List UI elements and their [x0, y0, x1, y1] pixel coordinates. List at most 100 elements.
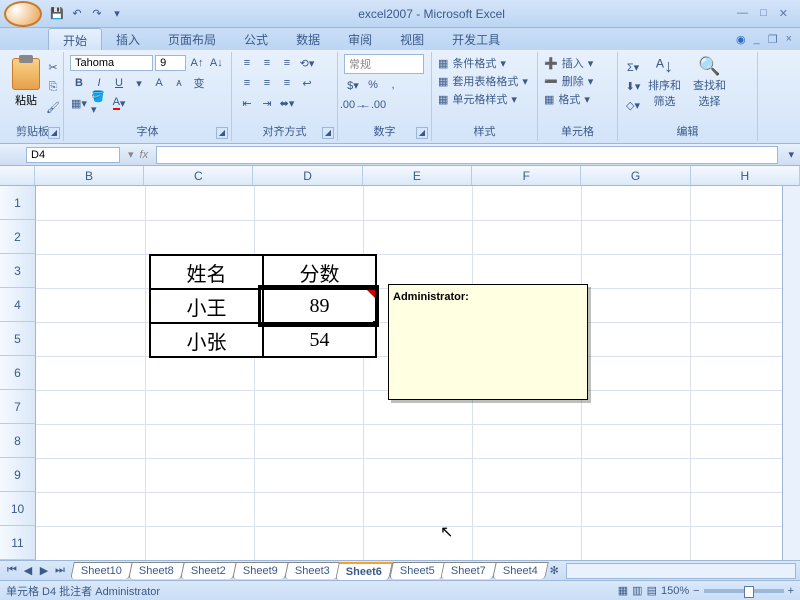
- tab-review[interactable]: 审阅: [334, 28, 386, 50]
- align-launcher[interactable]: ◢: [322, 127, 334, 139]
- grow-font-icon[interactable]: A↑: [188, 54, 205, 72]
- undo-icon[interactable]: ↶: [68, 5, 86, 23]
- dunderline-button[interactable]: ▾: [130, 74, 148, 92]
- col-header[interactable]: G: [581, 166, 690, 186]
- tab-developer[interactable]: 开发工具: [438, 28, 514, 50]
- sheet-tab[interactable]: Sheet3: [284, 562, 340, 579]
- wrap-text-icon[interactable]: ↩: [298, 74, 316, 92]
- namebox-dropdown-icon[interactable]: ▾: [128, 148, 134, 161]
- delete-cell-button[interactable]: ➖ 删除 ▾: [544, 72, 611, 90]
- font-shrink-icon[interactable]: ᴀ: [170, 74, 188, 92]
- find-select-button[interactable]: 🔍查找和 选择: [687, 54, 732, 124]
- format-cell-button[interactable]: ▦ 格式 ▾: [544, 90, 611, 108]
- col-header[interactable]: H: [691, 166, 800, 186]
- row-header[interactable]: 4: [0, 288, 36, 322]
- col-header[interactable]: B: [35, 166, 144, 186]
- align-left-icon[interactable]: ≡: [238, 74, 256, 92]
- bold-button[interactable]: B: [70, 74, 88, 92]
- row-header[interactable]: 6: [0, 356, 36, 390]
- table-format-button[interactable]: ▦ 套用表格格式 ▾: [438, 72, 531, 90]
- select-all-button[interactable]: [0, 166, 35, 186]
- orientation-icon[interactable]: ⟲▾: [298, 54, 316, 72]
- tab-layout[interactable]: 页面布局: [154, 28, 230, 50]
- fill-icon[interactable]: ⬇▾: [624, 77, 642, 95]
- sheet-tab[interactable]: Sheet7: [441, 562, 497, 579]
- tab-nav-prev-icon[interactable]: ◀: [20, 564, 36, 577]
- paste-button[interactable]: 粘贴: [8, 54, 44, 124]
- fx-icon[interactable]: fx: [140, 149, 149, 161]
- shrink-font-icon[interactable]: A↓: [208, 54, 225, 72]
- vertical-scrollbar[interactable]: [782, 186, 800, 560]
- comment-popup[interactable]: Administrator:: [388, 284, 588, 400]
- indent-dec-icon[interactable]: ⇤: [238, 94, 256, 112]
- expand-fbar-icon[interactable]: ▾: [782, 148, 800, 161]
- new-sheet-icon[interactable]: ✻: [546, 564, 562, 577]
- zoom-slider[interactable]: [704, 589, 784, 593]
- row-header[interactable]: 7: [0, 390, 36, 424]
- border-button[interactable]: ▦▾: [70, 94, 88, 112]
- cell[interactable]: 分数: [263, 255, 376, 289]
- number-format-select[interactable]: 常规: [344, 54, 424, 74]
- zoom-out-icon[interactable]: −: [693, 585, 699, 597]
- font-color-button[interactable]: A▾: [110, 94, 128, 112]
- office-button[interactable]: [4, 1, 42, 27]
- align-top-icon[interactable]: ≡: [238, 54, 256, 72]
- maximize-button[interactable]: □: [760, 7, 767, 20]
- font-size-select[interactable]: 9: [155, 55, 186, 71]
- cut-icon[interactable]: ✂: [44, 58, 62, 76]
- number-launcher[interactable]: ◢: [416, 127, 428, 139]
- font-name-select[interactable]: Tahoma: [70, 55, 153, 71]
- tab-nav-next-icon[interactable]: ▶: [36, 564, 52, 577]
- cell-grid[interactable]: 姓名分数 小王89 小张54 Administrator:: [36, 186, 800, 560]
- col-header[interactable]: F: [472, 166, 581, 186]
- indent-inc-icon[interactable]: ⇥: [258, 94, 276, 112]
- tab-insert[interactable]: 插入: [102, 28, 154, 50]
- align-mid-icon[interactable]: ≡: [258, 54, 276, 72]
- copy-icon[interactable]: ⎘: [44, 78, 62, 96]
- horizontal-scrollbar[interactable]: [566, 563, 796, 579]
- sheet-tab[interactable]: Sheet6: [336, 562, 394, 580]
- close-doc-icon[interactable]: ×: [786, 33, 792, 45]
- redo-icon[interactable]: ↷: [88, 5, 106, 23]
- sort-filter-button[interactable]: ᴬ↓排序和 筛选: [642, 54, 687, 124]
- row-header[interactable]: 2: [0, 220, 36, 254]
- cell[interactable]: 89: [263, 289, 376, 323]
- sheet-tab[interactable]: Sheet9: [232, 562, 288, 579]
- formula-bar[interactable]: [156, 146, 778, 164]
- zoom-in-icon[interactable]: +: [788, 585, 794, 597]
- cell-styles-button[interactable]: ▦ 单元格样式 ▾: [438, 90, 531, 108]
- clear-icon[interactable]: ◇▾: [624, 96, 642, 114]
- save-icon[interactable]: 💾: [48, 5, 66, 23]
- autosum-icon[interactable]: Σ▾: [624, 58, 642, 76]
- cell[interactable]: 小王: [150, 289, 263, 323]
- cell[interactable]: 54: [263, 323, 376, 357]
- qat-dropdown-icon[interactable]: ▾: [108, 5, 126, 23]
- currency-icon[interactable]: $▾: [344, 76, 362, 94]
- insert-cell-button[interactable]: ➕ 插入 ▾: [544, 54, 611, 72]
- dec-decimal-icon[interactable]: ←.00: [364, 96, 382, 114]
- clipboard-launcher[interactable]: ◢: [48, 127, 60, 139]
- percent-icon[interactable]: %: [364, 76, 382, 94]
- align-right-icon[interactable]: ≡: [278, 74, 296, 92]
- phonetic-icon[interactable]: 变: [190, 74, 208, 92]
- sheet-tab[interactable]: Sheet2: [180, 562, 236, 579]
- merge-button[interactable]: ⬌▾: [278, 94, 296, 112]
- sheet-tab[interactable]: Sheet4: [493, 562, 549, 579]
- cond-format-button[interactable]: ▦ 条件格式 ▾: [438, 54, 531, 72]
- view-normal-icon[interactable]: ▦: [618, 584, 628, 597]
- fill-handle[interactable]: [373, 321, 379, 327]
- row-header[interactable]: 10: [0, 492, 36, 526]
- tab-home[interactable]: 开始: [48, 28, 102, 50]
- sheet-tab[interactable]: Sheet10: [70, 562, 133, 579]
- minimize-button[interactable]: —: [737, 7, 748, 20]
- tab-nav-first-icon[interactable]: ⏮: [4, 564, 20, 577]
- row-header[interactable]: 3: [0, 254, 36, 288]
- view-break-icon[interactable]: ▤: [647, 584, 657, 597]
- name-box[interactable]: D4: [26, 147, 120, 163]
- col-header[interactable]: C: [144, 166, 253, 186]
- row-header[interactable]: 5: [0, 322, 36, 356]
- fill-color-button[interactable]: 🪣▾: [90, 94, 108, 112]
- align-bot-icon[interactable]: ≡: [278, 54, 296, 72]
- underline-button[interactable]: U: [110, 74, 128, 92]
- tab-data[interactable]: 数据: [282, 28, 334, 50]
